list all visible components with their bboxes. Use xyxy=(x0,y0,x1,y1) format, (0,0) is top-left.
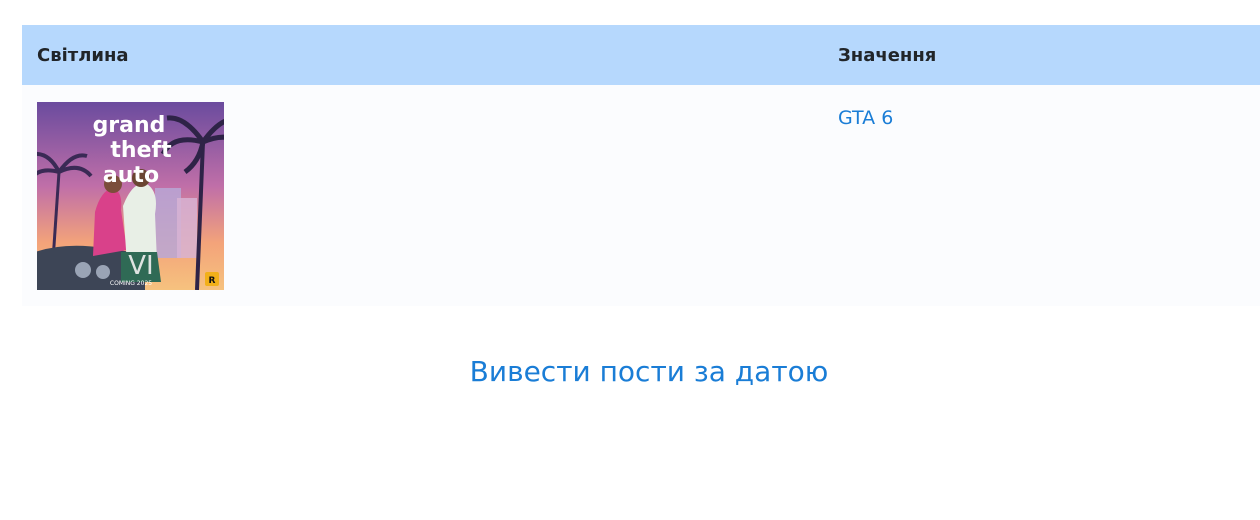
posts-table: Світлина Значення grand theft auto VI CO… xyxy=(22,25,1260,306)
table-header-row: Світлина Значення xyxy=(22,25,1260,85)
value-cell: GTA 6 xyxy=(823,85,1260,306)
svg-text:auto: auto xyxy=(103,163,159,188)
svg-text:R: R xyxy=(209,276,216,286)
svg-text:grand: grand xyxy=(93,113,166,138)
column-header-photo: Світлина xyxy=(37,44,129,66)
post-title-link[interactable]: GTA 6 xyxy=(838,107,893,129)
post-image: grand theft auto VI COMING 2025 R xyxy=(37,102,224,290)
svg-text:COMING 2025: COMING 2025 xyxy=(110,280,152,287)
svg-text:VI: VI xyxy=(128,251,153,281)
show-posts-by-date-link[interactable]: Вивести пости за датою xyxy=(0,355,1260,388)
photo-cell: grand theft auto VI COMING 2025 R xyxy=(22,85,823,306)
table-row: grand theft auto VI COMING 2025 R GTA 6 xyxy=(22,85,1260,306)
svg-text:theft: theft xyxy=(110,138,172,163)
page: Світлина Значення grand theft auto VI CO… xyxy=(0,0,1260,520)
column-header-value: Значення xyxy=(838,44,937,66)
